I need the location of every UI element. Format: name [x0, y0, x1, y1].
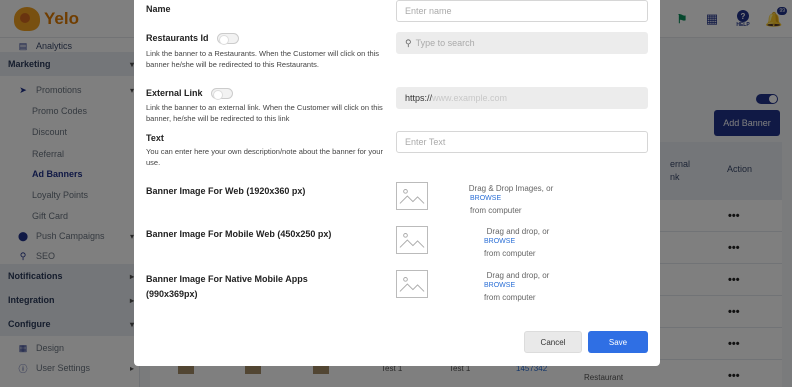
save-button[interactable]: Save — [588, 331, 648, 353]
cancel-button[interactable]: Cancel — [524, 331, 582, 353]
image-placeholder-icon[interactable] — [396, 270, 428, 298]
search-placeholder: Type to search — [415, 38, 475, 48]
external-link-toggle[interactable] — [211, 88, 234, 101]
restaurants-id-label-text: Restaurants Id — [146, 33, 209, 43]
native-image-label: Banner Image For Native Mobile Apps (990… — [146, 274, 308, 299]
mobile-web-image-dropzone[interactable]: Drag and drop, or BROWSE from computer — [478, 227, 558, 259]
native-image-dropzone[interactable]: Drag and drop, or BROWSE from computer — [478, 271, 558, 303]
external-link-label-text: External Link — [146, 88, 203, 98]
restaurant-search-input[interactable]: ⚲ Type to search — [396, 32, 648, 54]
image-placeholder-icon[interactable] — [396, 182, 428, 210]
name-label: Name — [146, 4, 171, 14]
external-link-help: Link the banner to an external link. Whe… — [146, 103, 383, 123]
add-banner-modal: Name Enter name Restaurants Id Link the … — [134, 0, 660, 366]
url-prefix: https:// — [405, 93, 433, 103]
from-computer-text: from computer — [484, 293, 536, 302]
image-placeholder-icon[interactable] — [396, 226, 428, 254]
name-placeholder: Enter name — [405, 6, 452, 16]
from-computer-text: from computer — [484, 249, 536, 258]
restaurants-id-toggle[interactable] — [217, 33, 240, 46]
text-placeholder: Enter Text — [405, 137, 446, 147]
drop-text: Drag & Drop Images, or — [468, 184, 554, 193]
search-icon: ⚲ — [405, 37, 412, 48]
url-placeholder: www.example.com — [432, 93, 508, 103]
text-input[interactable]: Enter Text — [396, 131, 648, 153]
web-image-label: Banner Image For Web (1920x360 px) — [146, 186, 306, 196]
drop-text: Drag and drop, or — [486, 227, 550, 236]
web-image-dropzone[interactable]: Drag & Drop Images, or BROWSE from compu… — [454, 184, 568, 216]
restaurants-id-label: Restaurants Id — [146, 33, 240, 46]
drop-text: Drag and drop, or — [486, 271, 550, 280]
browse-link[interactable]: BROWSE — [478, 237, 558, 247]
name-input[interactable]: Enter name — [396, 0, 648, 22]
browse-link[interactable]: BROWSE — [454, 194, 568, 204]
text-help: You can enter here your own description/… — [146, 147, 383, 167]
from-computer-text: from computer — [470, 206, 522, 215]
url-input[interactable]: https:// www.example.com — [396, 87, 648, 109]
restaurants-id-help: Link the banner to a Restaurants. When t… — [146, 49, 380, 69]
text-label: Text — [146, 133, 164, 143]
browse-link[interactable]: BROWSE — [478, 281, 558, 291]
mobile-web-image-label: Banner Image For Mobile Web (450x250 px) — [146, 229, 332, 239]
external-link-label: External Link — [146, 88, 234, 101]
